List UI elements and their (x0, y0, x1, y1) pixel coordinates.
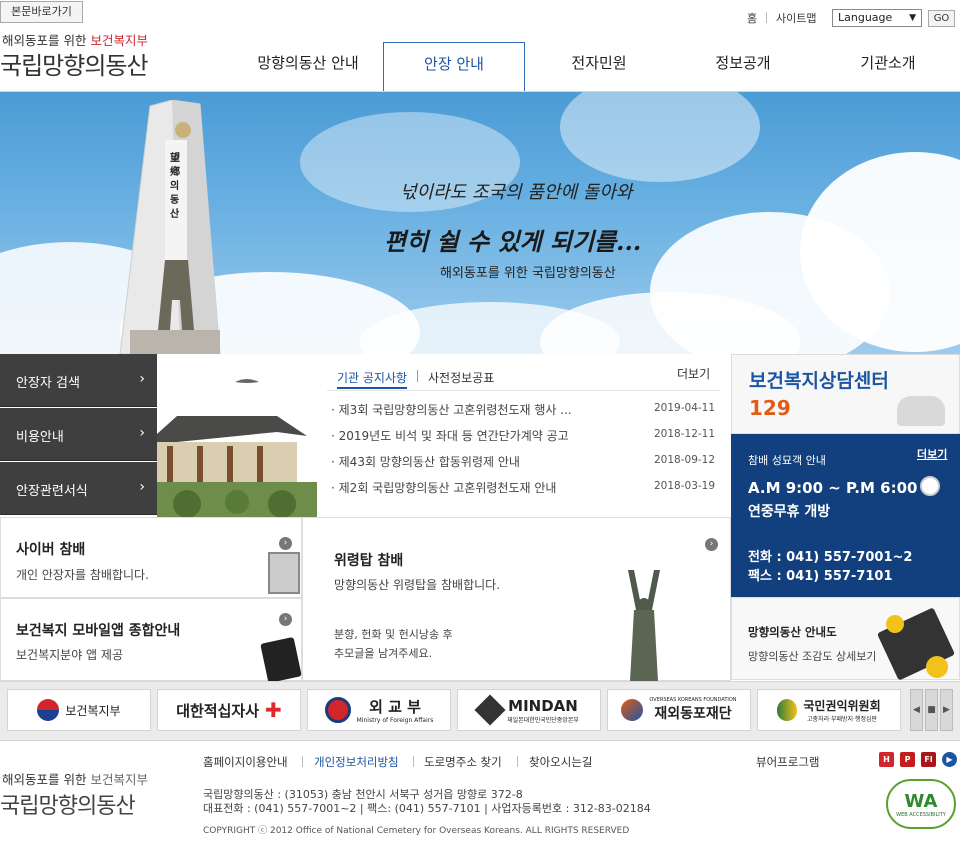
arrow-right-icon[interactable]: › (279, 613, 292, 626)
monitor-icon (268, 552, 300, 594)
viewer-programs-label: 뷰어프로그램 (756, 755, 820, 769)
notice-item[interactable]: · 제2회 국립망향의동산 고혼위령천도재 안내 (331, 479, 556, 496)
footer-divider (302, 756, 303, 767)
okf-logo-icon (621, 699, 644, 721)
util-divider (766, 12, 767, 23)
notice-date: 2018-09-12 (654, 454, 716, 466)
arrow-right-icon[interactable]: › (705, 538, 718, 551)
web-accessibility-badge: WA WEB ACCESSIBILITY (886, 779, 956, 829)
hours-fax: 팩스 : 041) 557-7101 (748, 569, 893, 584)
partner-okf[interactable]: OVERSEAS KOREANS FOUNDATION 재외동포재단 (607, 689, 751, 731)
partner-prev-button[interactable]: ◀ (910, 689, 923, 731)
banner-headline-2: 편히 쉴 수 있게 되기를... (384, 227, 642, 256)
footer-divider (517, 756, 518, 767)
gnb-item-cemetery-info[interactable]: 망향의동산 안내 (243, 52, 373, 73)
quick-menu-cost[interactable]: 비용안내 › (0, 408, 157, 461)
footer-logo: 국립망향의동산 (0, 794, 136, 819)
partner-mofa[interactable]: 외 교 부 Ministry of Foreign Affairs (307, 689, 451, 731)
cyber-visit-desc: 개인 안장자를 참배합니다. (16, 568, 149, 582)
partner-acrc[interactable]: 국민권익위원회 고충처리·부패방지·행정심판 (757, 689, 901, 731)
notice-divider (327, 390, 720, 391)
gnb-item-disclosure[interactable]: 정보공개 (678, 52, 808, 73)
main-banner: 望鄕의동산 넋이라도 조국의 품안에 돌아와 편히 쉴 수 있게 되기를... … (0, 92, 960, 354)
footer-link-address[interactable]: 도로명주소 찾기 (424, 754, 502, 770)
hours-label: 참배 성묘객 안내 (748, 454, 826, 467)
skip-to-content-link[interactable]: 본문바로가기 (0, 1, 83, 23)
clock-icon (920, 476, 940, 496)
sunflower-icon (926, 656, 948, 678)
partner-redcross[interactable]: 대한적십자사 ✚ (157, 689, 301, 731)
partner-mindan[interactable]: MINDAN 재일본대한민국민단중앙본부 (457, 689, 601, 731)
notice-date: 2019-04-11 (654, 402, 716, 414)
hours-open: 연중무휴 개방 (748, 504, 831, 520)
mobile-app-title: 보건복지 모바일앱 종합안내 (16, 623, 181, 639)
memorial-tower-note: 추모글을 남겨주세요. (334, 647, 433, 660)
quick-menu-deceased-search[interactable]: 안장자 검색 › (0, 354, 157, 407)
gnb-item-e-civil[interactable]: 전자민원 (534, 52, 664, 73)
counsel-number: 129 (749, 396, 791, 420)
footer-logo-subtitle: 해외동포를 위한 보건복지부 (2, 772, 148, 787)
chevron-right-icon: › (139, 479, 145, 495)
chevron-down-icon: ▼ (909, 13, 916, 23)
statue-illustration (628, 570, 660, 681)
hours-time: A.M 9:00 ~ P.M 6:00 (748, 479, 918, 497)
hwp-viewer-icon[interactable]: H (879, 752, 894, 767)
hours-more-link[interactable]: 더보기 (917, 446, 947, 462)
gnb-item-about[interactable]: 기관소개 (823, 52, 953, 73)
notice-item[interactable]: · 2019년도 비석 및 좌대 등 연간단가계약 공고 (331, 427, 569, 444)
sunflower-icon (886, 615, 904, 633)
mobile-app-desc: 보건복지분야 앱 제공 (16, 648, 123, 662)
footer-divider (413, 756, 414, 767)
tab-divider (417, 370, 418, 382)
mohw-logo-icon (37, 699, 60, 721)
notice-item[interactable]: · 제3회 국립망향의동산 고혼위령천도재 행사 ... (331, 401, 572, 418)
go-button[interactable]: GO (928, 10, 955, 27)
monument-illustration (119, 100, 221, 354)
footer-link-directions[interactable]: 찾아오시는길 (529, 754, 592, 770)
acrc-logo-icon (777, 699, 798, 721)
quick-menu-forms[interactable]: 안장관련서식 › (0, 462, 157, 515)
banner-headline-1: 넋이라도 조국의 품안에 돌아와 (400, 182, 633, 203)
building-photo (157, 354, 317, 517)
notice-item[interactable]: · 제43회 망향의동산 합동위령제 안내 (331, 453, 520, 470)
cyber-visit-title: 사이버 참배 (16, 542, 86, 558)
site-logo[interactable]: 국립망향의동산 (0, 46, 149, 81)
footer-link-privacy[interactable]: 개인정보처리방침 (314, 754, 399, 770)
sitemap-link[interactable]: 사이트맵 (776, 10, 816, 26)
telephone-icon (897, 396, 945, 426)
partner-mohw[interactable]: 보건복지부 (7, 689, 151, 731)
gnb-item-burial-info[interactable]: 안장 안내 (383, 42, 525, 92)
partner-pause-button[interactable]: ■ (925, 689, 938, 731)
hours-phone: 전화 : 041) 557-7001~2 (748, 550, 913, 565)
notice-more-link[interactable]: 더보기 (677, 365, 710, 382)
partner-next-button[interactable]: ▶ (940, 689, 953, 731)
notice-date: 2018-03-19 (654, 480, 716, 492)
tab-notices[interactable]: 기관 공지사항 (337, 369, 408, 389)
memorial-tower-note: 분향, 헌화 및 헌시낭송 후 (334, 628, 453, 641)
footer-link-usage[interactable]: 홈페이지이용안내 (203, 754, 288, 770)
home-link[interactable]: 홈 (747, 10, 757, 26)
tab-public-info[interactable]: 사전정보공표 (428, 369, 494, 386)
memorial-tower-title: 위령탑 참배 (334, 553, 404, 569)
pdf-viewer-icon[interactable]: P (900, 752, 915, 767)
footer-contact: 대표전화 : (041) 557-7001~2 | 팩스: (041) 557-… (203, 802, 651, 815)
arrow-right-icon[interactable]: › (279, 537, 292, 550)
monument-inscription: 望鄕의동산 (170, 153, 180, 220)
media-player-icon[interactable]: ▶ (942, 752, 957, 767)
map-guide-desc: 망향의동산 조감도 상세보기 (748, 650, 877, 663)
chevron-right-icon: › (139, 425, 145, 441)
footer-copyright: COPYRIGHT ⓒ 2012 Office of National Ceme… (203, 826, 630, 836)
memorial-tower-desc: 망향의동산 위령탑을 참배합니다. (334, 578, 501, 592)
ppt-viewer-icon[interactable]: Fl (921, 752, 936, 767)
language-select[interactable]: Language ▼ (832, 9, 922, 27)
map-guide-title: 망향의동산 안내도 (748, 625, 837, 639)
chevron-right-icon: › (139, 371, 145, 387)
mofa-logo-icon (324, 697, 351, 723)
red-cross-icon: ✚ (265, 698, 282, 722)
banner-caption: 해외동포를 위한 국립망향의동산 (440, 266, 616, 281)
mindan-logo-icon (474, 694, 506, 726)
notice-date: 2018-12-11 (654, 428, 716, 440)
counsel-title: 보건복지상담센터 (749, 370, 889, 392)
